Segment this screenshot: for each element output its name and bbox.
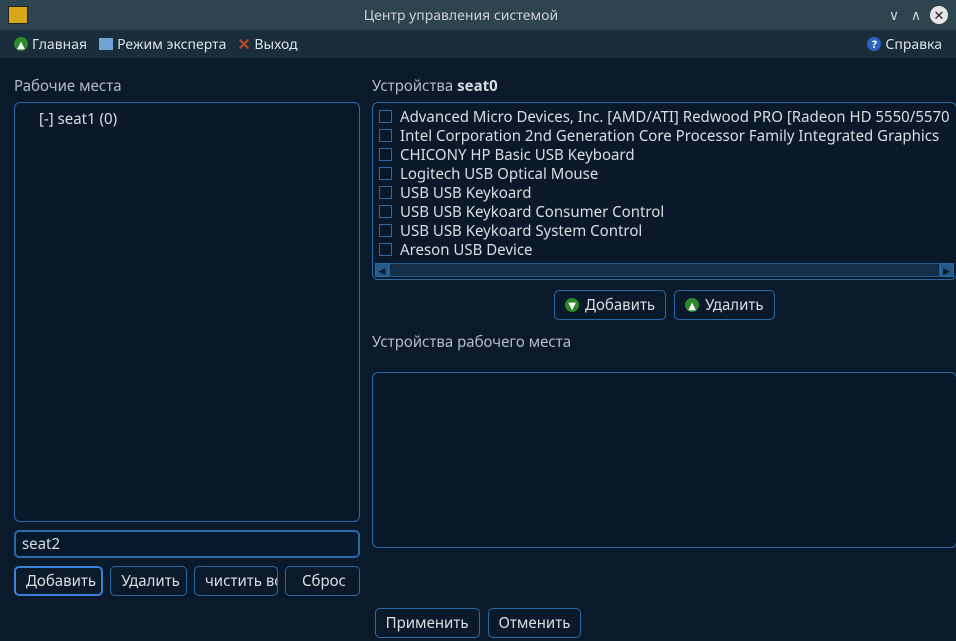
- app-icon: [8, 6, 28, 24]
- maximize-icon[interactable]: ∧: [908, 7, 924, 23]
- scroll-left-icon[interactable]: ◀: [375, 263, 389, 277]
- device-label: USB USB Keykoard Consumer Control: [400, 202, 664, 221]
- device-label: USB USB Keykoard System Control: [400, 221, 642, 240]
- devices-header-prefix: Устройства: [372, 76, 457, 96]
- checkbox-icon[interactable]: [379, 243, 392, 256]
- seat-devices-header: Устройства рабочего места: [372, 332, 956, 352]
- devices-header-seat: seat0: [457, 76, 498, 96]
- device-label: Logitech USB Optical Mouse: [400, 164, 598, 183]
- device-row[interactable]: USB USB Keykoard: [375, 183, 954, 202]
- seat-name-input[interactable]: [14, 530, 360, 558]
- menu-exit[interactable]: Выход: [232, 33, 303, 56]
- menubar: ▲ Главная Режим эксперта Выход ? Справка: [0, 30, 956, 58]
- arrow-up-icon: ▲: [685, 298, 699, 312]
- device-row[interactable]: Areson USB Device: [375, 240, 954, 259]
- device-add-button[interactable]: ▼ Добавить: [554, 290, 666, 320]
- scroll-track[interactable]: [389, 263, 940, 277]
- devices-header: Устройства seat0: [372, 76, 956, 96]
- close-icon[interactable]: ✕: [930, 6, 948, 24]
- scroll-right-icon[interactable]: ▶: [940, 263, 954, 277]
- book-icon: [99, 38, 113, 50]
- device-label: Areson USB Device: [400, 240, 532, 259]
- checkbox-icon[interactable]: [379, 186, 392, 199]
- apply-button[interactable]: Применить: [375, 608, 480, 638]
- seats-tree-panel: [-] seat1 (0): [14, 102, 360, 522]
- seats-header: Рабочие места: [14, 76, 360, 96]
- checkbox-icon[interactable]: [379, 148, 392, 161]
- checkbox-icon[interactable]: [379, 224, 392, 237]
- seat0-devices-panel: Advanced Micro Devices, Inc. [AMD/ATI] R…: [372, 102, 956, 280]
- seats-tree[interactable]: [-] seat1 (0): [17, 105, 357, 519]
- seat-delete-button[interactable]: Удалить: [110, 566, 187, 596]
- device-row[interactable]: CHICONY HP Basic USB Keyboard: [375, 145, 954, 164]
- arrow-down-icon: ▼: [565, 298, 579, 312]
- menu-help[interactable]: ? Справка: [861, 33, 948, 56]
- menu-home-label: Главная: [32, 35, 87, 54]
- minimize-icon[interactable]: ∨: [886, 7, 902, 23]
- seat-devices-panel[interactable]: [372, 372, 956, 548]
- seat-add-button[interactable]: Добавить: [14, 566, 103, 596]
- device-row[interactable]: USB USB Keykoard Consumer Control: [375, 202, 954, 221]
- checkbox-icon[interactable]: [379, 167, 392, 180]
- menu-home[interactable]: ▲ Главная: [8, 33, 93, 56]
- device-row[interactable]: Intel Corporation 2nd Generation Core Pr…: [375, 126, 954, 145]
- seat0-devices-list[interactable]: Advanced Micro Devices, Inc. [AMD/ATI] R…: [375, 107, 954, 263]
- menu-expert-label: Режим эксперта: [117, 35, 226, 54]
- titlebar: Центр управления системой ∨ ∧ ✕: [0, 0, 956, 30]
- device-label: Advanced Micro Devices, Inc. [AMD/ATI] R…: [400, 107, 950, 126]
- seat-clear-button[interactable]: чистить вс: [194, 566, 278, 596]
- h-scrollbar[interactable]: ◀ ▶: [375, 263, 954, 277]
- device-label: USB USB Keykoard: [400, 183, 531, 202]
- seat-reset-button[interactable]: Сброс: [285, 566, 360, 596]
- checkbox-icon[interactable]: [379, 110, 392, 123]
- menu-expert[interactable]: Режим эксперта: [93, 33, 232, 56]
- device-add-label: Добавить: [585, 295, 655, 315]
- menu-exit-label: Выход: [254, 35, 297, 54]
- device-row[interactable]: Advanced Micro Devices, Inc. [AMD/ATI] R…: [375, 107, 954, 126]
- menu-help-label: Справка: [885, 35, 942, 54]
- device-remove-label: Удалить: [705, 295, 763, 315]
- checkbox-icon[interactable]: [379, 205, 392, 218]
- cancel-button[interactable]: Отменить: [488, 608, 582, 638]
- device-label: CHICONY HP Basic USB Keyboard: [400, 145, 635, 164]
- device-remove-button[interactable]: ▲ Удалить: [674, 290, 774, 320]
- window-title: Центр управления системой: [36, 6, 886, 25]
- device-row[interactable]: USB USB Keykoard System Control: [375, 221, 954, 240]
- help-icon: ?: [867, 37, 881, 51]
- arrow-up-icon: ▲: [14, 37, 28, 51]
- device-row[interactable]: Logitech USB Optical Mouse: [375, 164, 954, 183]
- exit-icon: [238, 38, 250, 50]
- device-label: Intel Corporation 2nd Generation Core Pr…: [400, 126, 939, 145]
- checkbox-icon[interactable]: [379, 129, 392, 142]
- tree-item-seat1[interactable]: [-] seat1 (0): [17, 107, 357, 131]
